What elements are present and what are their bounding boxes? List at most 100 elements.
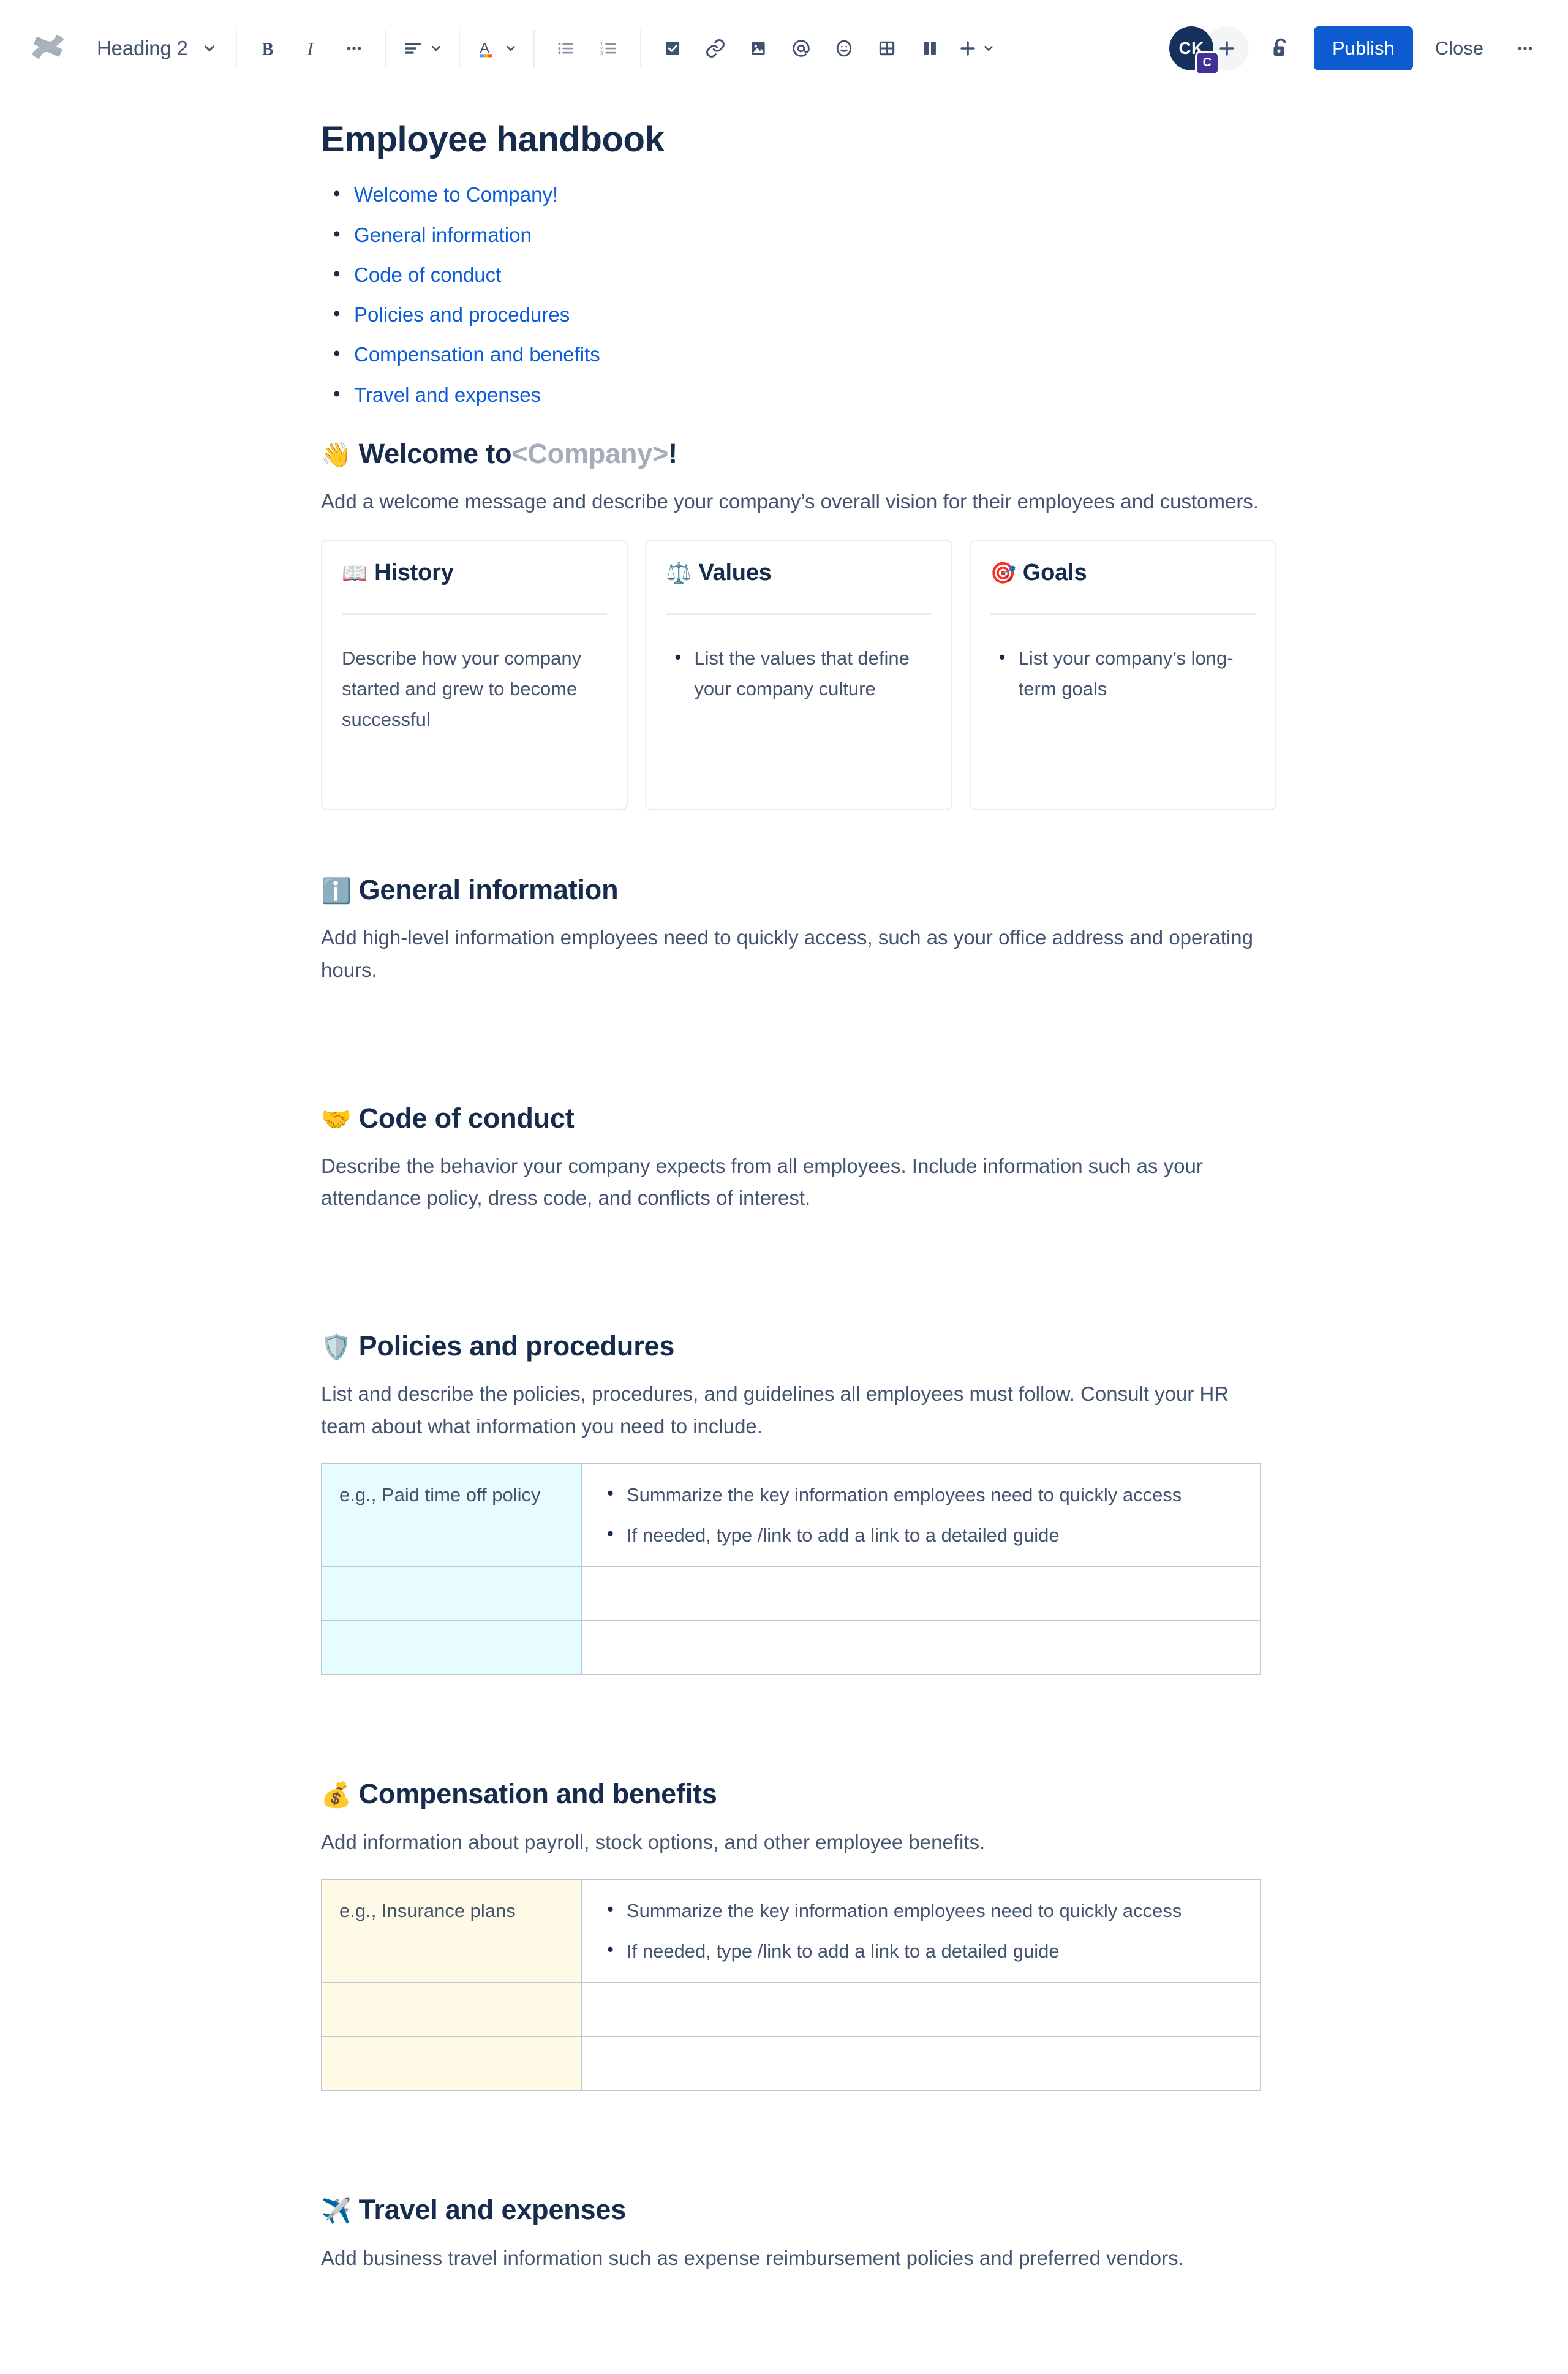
travel-description: Add business travel information such as … (321, 2246, 1184, 2269)
chevron-down-icon (429, 42, 443, 55)
compensation-cell-value-1[interactable]: Summarize the key information employees … (581, 1878, 1261, 1984)
section-heading-policies-and-procedures: 🛡️ Policies and procedures (321, 1329, 1276, 1363)
more-formatting-button[interactable] (333, 27, 375, 70)
card-goals[interactable]: 🎯 Goals List your company’s long-term go… (969, 540, 1276, 811)
welcome-description: Add a welcome message and describe your … (321, 490, 1259, 513)
list-item: Summarize the key information employees … (600, 1894, 1243, 1926)
image-icon[interactable] (737, 27, 780, 70)
compensation-cell-value-2[interactable] (581, 1982, 1261, 2038)
toc-link-compensation-and-benefits[interactable]: Compensation and benefits (354, 343, 600, 366)
link-icon[interactable] (694, 27, 737, 70)
table-row[interactable] (321, 1982, 1261, 2038)
section-heading-text: Travel and expenses (358, 2194, 627, 2226)
info-cards-row: 📖 History Describe how your company star… (321, 540, 1276, 811)
section-heading-compensation-and-benefits: 💰 Compensation and benefits (321, 1777, 1276, 1811)
page-title[interactable]: Employee handbook (321, 119, 1276, 160)
toc-link-travel-and-expenses[interactable]: Travel and expenses (354, 383, 541, 406)
list-item: Compensation and benefits (321, 340, 1276, 368)
table-row[interactable]: e.g., Insurance plans Summarize the key … (321, 1878, 1261, 1984)
layout-icon[interactable] (908, 27, 951, 70)
compensation-cell-key-3[interactable] (321, 2036, 582, 2092)
restrictions-button[interactable] (1259, 26, 1303, 70)
compensation-table[interactable]: e.g., Insurance plans Summarize the key … (321, 1878, 1261, 2092)
policies-cell-value-2[interactable] (581, 1566, 1261, 1622)
table-row[interactable] (321, 1566, 1261, 1622)
toc-link-policies-and-procedures[interactable]: Policies and procedures (354, 303, 570, 326)
card-divider (342, 612, 608, 615)
card-divider (666, 612, 932, 615)
table-row[interactable]: e.g., Paid time off policy Summarize the… (321, 1463, 1261, 1568)
editor-toolbar: Heading 2 B I A 1 2 3 CK C Publish Close (0, 0, 1568, 97)
confluence-logo[interactable] (24, 24, 72, 72)
policies-table[interactable]: e.g., Paid time off policy Summarize the… (321, 1463, 1261, 1676)
chevron-down-icon (202, 40, 217, 56)
card-history[interactable]: 📖 History Describe how your company star… (321, 540, 628, 811)
waving-hand-emoji: 👋 (321, 440, 352, 469)
company-placeholder[interactable]: <Company> (511, 437, 668, 471)
table-row[interactable] (321, 1620, 1261, 1676)
svg-text:I: I (306, 40, 314, 59)
mention-icon[interactable] (780, 27, 823, 70)
information-emoji: ℹ️ (321, 877, 352, 906)
compensation-cell-key-1[interactable]: e.g., Insurance plans (321, 1878, 582, 1984)
document-body: Employee handbook Welcome to Company! Ge… (0, 97, 1568, 2274)
compensation-cell-key-2[interactable] (321, 1982, 582, 2038)
task-list-button[interactable] (651, 27, 694, 70)
toc-link-welcome[interactable]: Welcome to Company! (354, 183, 558, 206)
section-heading-suffix: ! (668, 437, 677, 469)
italic-button[interactable]: I (290, 27, 333, 70)
text-align-button[interactable] (396, 27, 449, 70)
card-values[interactable]: ⚖️ Values List the values that define yo… (645, 540, 952, 811)
card-list-goals: List your company’s long-term goals (990, 642, 1256, 704)
avatar[interactable]: CK C (1169, 26, 1220, 75)
open-book-emoji: 📖 (342, 561, 368, 586)
policies-description: List and describe the policies, procedur… (321, 1382, 1229, 1438)
collaborator-avatars: CK C (1169, 26, 1250, 75)
list-item: List your company’s long-term goals (990, 642, 1256, 704)
section-heading-text: Code of conduct (358, 1102, 575, 1134)
policies-cell-key-1[interactable]: e.g., Paid time off policy (321, 1463, 582, 1568)
shield-emoji: 🛡️ (321, 1333, 352, 1362)
card-title-history: 📖 History (342, 559, 607, 587)
toc-link-general-information[interactable]: General information (354, 224, 532, 246)
chevron-down-icon (982, 42, 995, 55)
bold-button[interactable]: B (247, 27, 290, 70)
text-style-dropdown[interactable]: Heading 2 (86, 27, 226, 70)
list-item: Policies and procedures (321, 300, 1276, 328)
airplane-emoji: ✈️ (321, 2197, 352, 2226)
list-item: Code of conduct (321, 260, 1276, 288)
toc-link-code-of-conduct[interactable]: Code of conduct (354, 263, 501, 286)
card-title-text: Values (698, 560, 772, 586)
emoji-icon[interactable] (823, 27, 865, 70)
list-item: Summarize the key information employees … (600, 1479, 1243, 1510)
policies-cell-key-2[interactable] (321, 1566, 582, 1622)
cell-bullet-list: Summarize the key information employees … (600, 1894, 1243, 1967)
policies-cell-value-3[interactable] (581, 1620, 1261, 1676)
balance-scale-emoji: ⚖️ (666, 561, 692, 586)
chevron-down-icon (504, 42, 518, 55)
policies-cell-value-1[interactable]: Summarize the key information employees … (581, 1463, 1261, 1568)
toolbar-divider (385, 29, 386, 67)
more-options-button[interactable] (1503, 26, 1547, 70)
compensation-cell-value-3[interactable] (581, 2036, 1261, 2092)
money-bag-emoji: 💰 (321, 1781, 352, 1810)
general-information-description: Add high-level information employees nee… (321, 926, 1253, 981)
table-row[interactable] (321, 2036, 1261, 2092)
list-item: General information (321, 220, 1276, 249)
numbered-list-button[interactable]: 1 2 3 (587, 27, 630, 70)
policies-cell-key-3[interactable] (321, 1620, 582, 1676)
table-icon[interactable] (865, 27, 908, 70)
section-heading-text: Compensation and benefits (358, 1778, 717, 1810)
publish-button[interactable]: Publish (1314, 26, 1413, 70)
card-body-history: Describe how your company started and gr… (342, 647, 582, 731)
bullet-list-button[interactable] (545, 27, 587, 70)
toolbar-divider (458, 29, 460, 67)
text-color-button[interactable]: A (470, 27, 524, 70)
insert-menu-button[interactable] (951, 27, 1001, 70)
close-button[interactable]: Close (1419, 26, 1499, 70)
section-heading-text: General information (358, 874, 619, 906)
